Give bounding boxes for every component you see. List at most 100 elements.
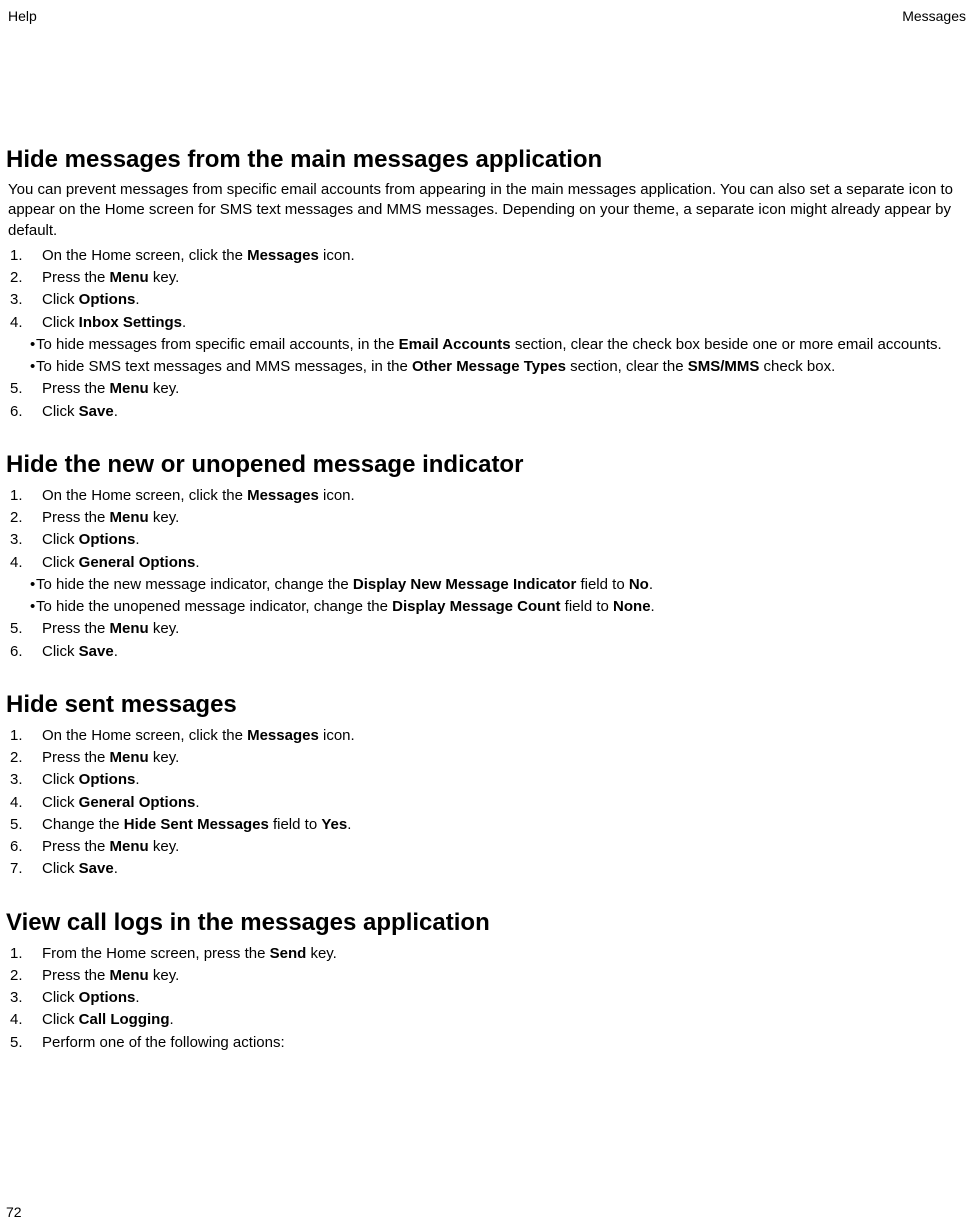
list-item: 2.Press the Menu key. <box>8 507 966 529</box>
list-item-text: Click Options. <box>42 530 966 550</box>
list-item-number: 2. <box>8 508 42 528</box>
list-item: 2.Press the Menu key. <box>8 747 966 769</box>
bold-term: Hide Sent Messages <box>124 816 269 833</box>
section-title: Hide sent messages <box>6 691 966 719</box>
list-item-number: 5. <box>8 815 42 835</box>
section-title: Hide the new or unopened message indicat… <box>6 451 966 479</box>
list-item-text: Click General Options. <box>42 553 966 573</box>
list-item-number: 4. <box>8 313 42 333</box>
list-item: 6.Press the Menu key. <box>8 836 966 858</box>
bold-term: Options <box>79 989 136 1006</box>
list-item-number: 1. <box>8 486 42 506</box>
list-item-number: 5. <box>8 1033 42 1053</box>
bold-term: Menu <box>110 620 149 637</box>
list-item-text: On the Home screen, click the Messages i… <box>42 246 966 266</box>
list-item-number: 3. <box>8 988 42 1008</box>
sub-list-item: •To hide messages from specific email ac… <box>8 334 966 356</box>
list-item-number: 6. <box>8 837 42 857</box>
bullet-icon: • <box>8 357 36 377</box>
list-item: 5.Press the Menu key. <box>8 378 966 400</box>
list-item: 4.Click Call Logging. <box>8 1009 966 1031</box>
bold-term: Save <box>79 403 114 420</box>
list-item: 6.Click Save. <box>8 641 966 663</box>
list-item: 2.Press the Menu key. <box>8 965 966 987</box>
sub-list-item-text: To hide messages from specific email acc… <box>36 335 966 355</box>
list-item: 1.From the Home screen, press the Send k… <box>8 943 966 965</box>
list-item-number: 1. <box>8 726 42 746</box>
bold-term: Save <box>79 860 114 877</box>
list-item-number: 5. <box>8 379 42 399</box>
bold-term: Options <box>79 291 136 308</box>
list-item-text: Change the Hide Sent Messages field to Y… <box>42 815 966 835</box>
list-item-text: Click Save. <box>42 402 966 422</box>
list-item-text: Click Options. <box>42 770 966 790</box>
list-item-text: Press the Menu key. <box>42 619 966 639</box>
ordered-list: 1.On the Home screen, click the Messages… <box>8 485 966 663</box>
bold-term: Email Accounts <box>399 336 511 353</box>
bullet-icon: • <box>8 575 36 595</box>
list-item-text: On the Home screen, click the Messages i… <box>42 726 966 746</box>
sub-list-item: •To hide the new message indicator, chan… <box>8 574 966 596</box>
list-item-text: Press the Menu key. <box>42 748 966 768</box>
list-item-number: 4. <box>8 793 42 813</box>
list-item-text: Press the Menu key. <box>42 379 966 399</box>
ordered-list: 1.On the Home screen, click the Messages… <box>8 725 966 881</box>
list-item-text: Click Save. <box>42 642 966 662</box>
bullet-icon: • <box>8 335 36 355</box>
list-item: 6.Click Save. <box>8 401 966 423</box>
list-item: 5.Change the Hide Sent Messages field to… <box>8 814 966 836</box>
header-left: Help <box>8 8 37 24</box>
list-item-text: Perform one of the following actions: <box>42 1033 966 1053</box>
list-item: 3.Click Options. <box>8 529 966 551</box>
list-item: 1.On the Home screen, click the Messages… <box>8 725 966 747</box>
list-item-text: Click Options. <box>42 290 966 310</box>
sub-list-item-text: To hide SMS text messages and MMS messag… <box>36 357 966 377</box>
list-item: 1.On the Home screen, click the Messages… <box>8 485 966 507</box>
bold-term: SMS/MMS <box>688 358 760 375</box>
bold-term: Menu <box>110 838 149 855</box>
list-item-text: Click Options. <box>42 988 966 1008</box>
bold-term: Options <box>79 531 136 548</box>
list-item-number: 5. <box>8 619 42 639</box>
page-header: Help Messages <box>4 8 970 26</box>
bold-term: General Options <box>79 554 196 571</box>
bold-term: Menu <box>110 380 149 397</box>
list-item-text: Press the Menu key. <box>42 268 966 288</box>
list-item-text: Click General Options. <box>42 793 966 813</box>
page-number: 72 <box>6 1204 22 1220</box>
ordered-list: 1.From the Home screen, press the Send k… <box>8 943 966 1054</box>
list-item-text: On the Home screen, click the Messages i… <box>42 486 966 506</box>
bold-term: Menu <box>110 269 149 286</box>
list-item-number: 7. <box>8 859 42 879</box>
list-item-number: 3. <box>8 770 42 790</box>
document-body: Hide messages from the main messages app… <box>4 26 970 1054</box>
list-item-number: 2. <box>8 966 42 986</box>
list-item-text: Press the Menu key. <box>42 837 966 857</box>
list-item-number: 3. <box>8 290 42 310</box>
list-item: 2.Press the Menu key. <box>8 267 966 289</box>
bold-term: Menu <box>110 967 149 984</box>
section-title: Hide messages from the main messages app… <box>6 146 966 174</box>
ordered-list: 1.On the Home screen, click the Messages… <box>8 245 966 423</box>
bold-term: Messages <box>247 487 319 504</box>
list-item: 7.Click Save. <box>8 858 966 880</box>
list-item-number: 4. <box>8 553 42 573</box>
bold-term: Call Logging <box>79 1011 170 1028</box>
list-item: 3.Click Options. <box>8 987 966 1009</box>
list-item-number: 3. <box>8 530 42 550</box>
list-item-text: Click Call Logging. <box>42 1010 966 1030</box>
bold-term: Options <box>79 771 136 788</box>
bold-term: Send <box>270 945 307 962</box>
bold-term: Other Message Types <box>412 358 566 375</box>
list-item: 1.On the Home screen, click the Messages… <box>8 245 966 267</box>
bold-term: General Options <box>79 794 196 811</box>
list-item-number: 6. <box>8 642 42 662</box>
bold-term: Yes <box>321 816 347 833</box>
section-title: View call logs in the messages applicati… <box>6 909 966 937</box>
list-item: 4.Click General Options. <box>8 552 966 574</box>
bold-term: Messages <box>247 727 319 744</box>
list-item-text: Click Save. <box>42 859 966 879</box>
bold-term: Menu <box>110 749 149 766</box>
sub-list-item-text: To hide the new message indicator, chang… <box>36 575 966 595</box>
list-item: 5.Perform one of the following actions: <box>8 1032 966 1054</box>
